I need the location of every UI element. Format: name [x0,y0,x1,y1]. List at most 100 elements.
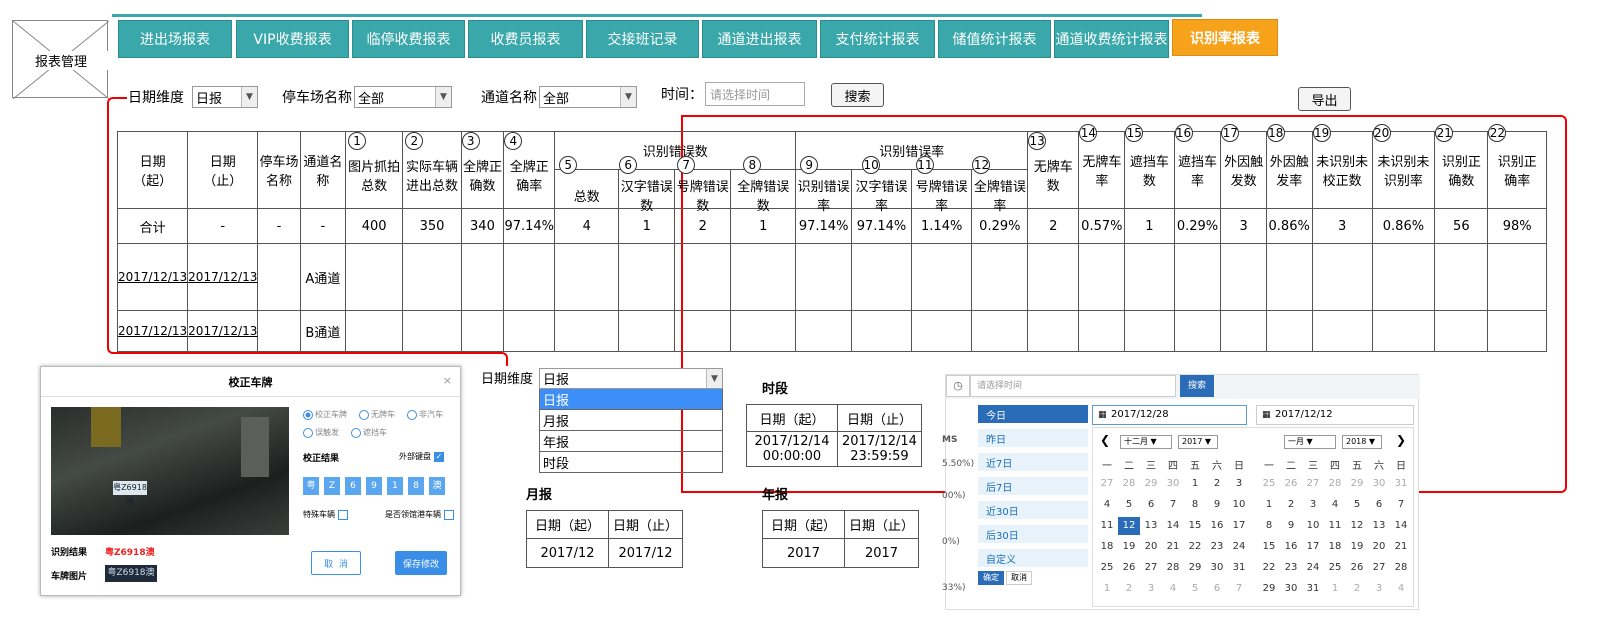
plate-char-box[interactable]: 1 [387,477,403,495]
calendar-day[interactable]: 8 [1184,496,1206,514]
dropdown-option[interactable]: 年报 [539,431,723,452]
calendar-day[interactable]: 3 [1368,580,1390,598]
calendar-day[interactable]: 28 [1390,559,1412,577]
radio-option[interactable]: 校正车牌 [303,409,347,420]
picker-search-button[interactable]: 搜索 [1180,375,1214,397]
calendar-day[interactable]: 8 [1258,517,1280,535]
calendar-day[interactable]: 21 [1390,538,1412,556]
plate-char-box[interactable]: 8 [408,477,424,495]
calendar-day[interactable]: 2 [1346,580,1368,598]
calendar-day[interactable]: 20 [1368,538,1390,556]
calendar-day[interactable]: 31 [1302,580,1324,598]
prev-month-icon[interactable]: ❮ [1100,433,1110,447]
calendar-day[interactable]: 26 [1346,559,1368,577]
quick-range-option[interactable]: 近7日 [978,453,1088,471]
calendar-day[interactable]: 24 [1302,559,1324,577]
plate-char-box[interactable]: Z [324,477,340,495]
park-select[interactable]: 全部 ▼ [354,86,452,108]
calendar-day[interactable]: 2 [1206,475,1228,493]
calendar-day[interactable]: 12 [1118,517,1140,535]
calendar-day[interactable]: 19 [1118,538,1140,556]
calendar-day[interactable]: 17 [1302,538,1324,556]
calendar-day[interactable]: 18 [1096,538,1118,556]
calendar-day[interactable]: 5 [1184,580,1206,598]
calendar-day[interactable]: 30 [1368,475,1390,493]
calendar-day[interactable]: 21 [1162,538,1184,556]
tab-4[interactable]: 交接班记录 [586,20,699,58]
calendar-day[interactable]: 1 [1324,580,1346,598]
calendar-day[interactable]: 24 [1228,538,1250,556]
calendar-cancel-button[interactable]: 取消 [1006,571,1032,585]
calendar-day[interactable]: 27 [1302,475,1324,493]
calendar-day[interactable]: 30 [1206,559,1228,577]
year-select-right[interactable]: 2018 ▼ [1342,435,1382,449]
calendar-day[interactable]: 29 [1140,475,1162,493]
calendar-day[interactable]: 7 [1228,580,1250,598]
special-vehicle-checkbox[interactable]: 特殊车辆 [303,509,348,520]
row-date-start[interactable]: 2017/12/13 [116,310,189,352]
calendar-day[interactable]: 28 [1162,559,1184,577]
calendar-day[interactable]: 27 [1140,559,1162,577]
date-dim-select[interactable]: 日报 ▼ [192,86,258,108]
row-date-end[interactable]: 2017/12/13 [187,243,259,311]
calendar-day[interactable]: 17 [1228,517,1250,535]
quick-range-option[interactable]: 今日 [978,405,1088,423]
calendar-day[interactable]: 16 [1206,517,1228,535]
tab-0[interactable]: 进出场报表 [118,20,232,58]
tab-1[interactable]: VIP收费报表 [236,20,349,58]
quick-range-option[interactable]: 昨日 [978,429,1088,447]
calendar-day[interactable]: 2 [1280,496,1302,514]
quick-range-option[interactable]: 近30日 [978,501,1088,519]
tab-5[interactable]: 通道进出报表 [702,20,817,58]
confirm-button[interactable]: 确定 [978,571,1004,585]
calendar-day[interactable]: 19 [1346,538,1368,556]
calendar-day[interactable]: 15 [1184,517,1206,535]
quick-range-option[interactable]: 自定义 [978,549,1088,567]
calendar-day[interactable]: 31 [1228,559,1250,577]
calendar-day[interactable]: 12 [1346,517,1368,535]
calendar-day[interactable]: 14 [1390,517,1412,535]
calendar-day[interactable]: 5 [1346,496,1368,514]
radio-option[interactable]: 遮挡车 [351,427,387,438]
calendar-day[interactable]: 16 [1280,538,1302,556]
radio-option[interactable]: 无牌车 [359,409,395,420]
calendar-day[interactable]: 9 [1206,496,1228,514]
date-dim-dropdown[interactable]: 日报 ▼ 日报 月报 年报 时段 [539,368,723,473]
calendar-day[interactable]: 1 [1184,475,1206,493]
calendar-day[interactable]: 7 [1390,496,1412,514]
calendar-day[interactable]: 20 [1140,538,1162,556]
calendar-day[interactable]: 6 [1368,496,1390,514]
plate-char-box[interactable]: 9 [366,477,382,495]
tab-6[interactable]: 支付统计报表 [820,20,935,58]
external-keyboard-toggle[interactable]: 外部键盘 ✓ [399,451,444,462]
quick-range-option[interactable]: 后7日 [978,477,1088,495]
calendar-day[interactable]: 7 [1162,496,1184,514]
month-select-right[interactable]: 一月 ▼ [1284,435,1336,449]
start-date-input[interactable]: ▦ 2017/12/28 [1092,405,1247,425]
calendar-day[interactable]: 29 [1258,580,1280,598]
calendar-day[interactable]: 4 [1390,580,1412,598]
calendar-day[interactable]: 3 [1302,496,1324,514]
row-date-end[interactable]: 2017/12/13 [187,310,259,352]
calendar-day[interactable]: 4 [1324,496,1346,514]
calendar-day[interactable]: 23 [1280,559,1302,577]
calendar-day[interactable]: 25 [1324,559,1346,577]
end-date-input[interactable]: ▦ 2017/12/12 [1256,405,1414,425]
cancel-button[interactable]: 取 消 [311,551,361,575]
calendar-day[interactable]: 4 [1096,496,1118,514]
year-select-left[interactable]: 2017 ▼ [1178,435,1218,449]
calendar-day[interactable]: 31 [1390,475,1412,493]
calendar-day[interactable]: 29 [1184,559,1206,577]
calendar-day[interactable]: 13 [1368,517,1390,535]
tab-9[interactable]: 识别率报表 [1172,19,1278,56]
calendar-day[interactable]: 6 [1206,580,1228,598]
month-select-left[interactable]: 十二月 ▼ [1120,435,1172,449]
calendar-day[interactable]: 27 [1368,559,1390,577]
calendar-day[interactable]: 14 [1162,517,1184,535]
calendar-day[interactable]: 9 [1280,517,1302,535]
calendar-day[interactable]: 11 [1324,517,1346,535]
consular-plate-checkbox[interactable]: 是否领馆港车辆 [385,509,454,520]
calendar-day[interactable]: 26 [1118,559,1140,577]
calendar-day[interactable]: 28 [1324,475,1346,493]
calendar-day[interactable]: 13 [1140,517,1162,535]
